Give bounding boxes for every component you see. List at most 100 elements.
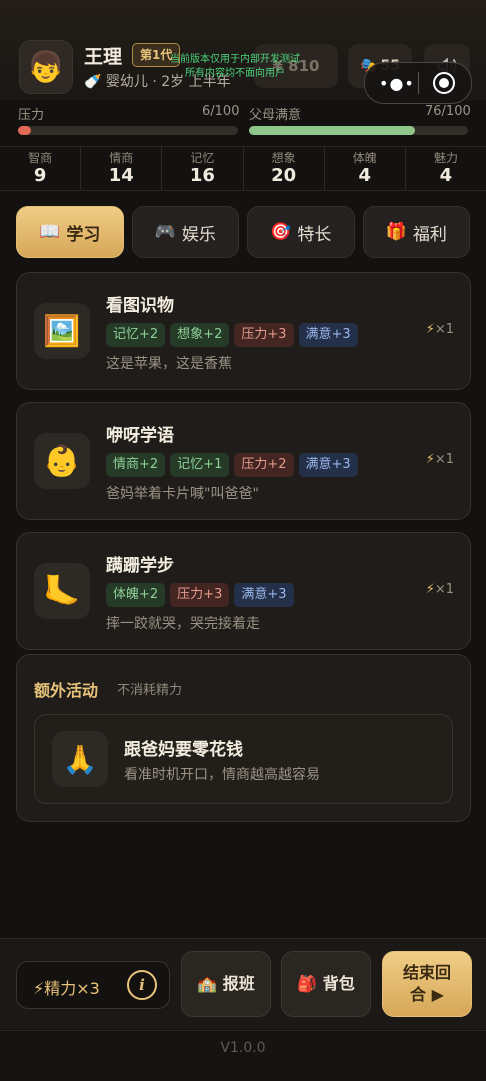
energy-label: ⚡精力×3 [33, 975, 100, 999]
effect-tag: 记忆+2 [106, 323, 166, 347]
more-menu-icon[interactable]: •●• [379, 74, 415, 93]
tab-label: 学习 [66, 224, 101, 245]
gamepad-icon: 🎮 [154, 222, 176, 242]
dev-notice-line1: 当前版本仅用于内部开发测试 [170, 54, 300, 65]
praying-hands-icon: 🙏 [52, 731, 108, 787]
backpack-label: 背包 [322, 974, 355, 993]
activity-title: 蹒跚学步 [106, 556, 174, 576]
pressure-bar [18, 126, 238, 135]
backpack-button[interactable]: 🎒 背包 [281, 951, 371, 1017]
satisfaction-value: 76/100 [425, 104, 471, 119]
energy-cost: ⚡×1 [426, 322, 454, 337]
effect-tag: 压力+2 [234, 453, 294, 477]
lightning-icon: ⚡ [425, 582, 435, 597]
tab-label: 娱乐 [181, 224, 216, 245]
stat-value: 16 [189, 165, 215, 186]
extra-activity-allowance[interactable]: 🙏 跟爸妈要零花钱 看准时机开口，情商越高越容易 [34, 714, 453, 804]
activity-card-babbling[interactable]: 👶 咿呀学语 情商+2 记忆+1 压力+2 满意+3 爸妈举着卡片喊"叫爸爸" … [16, 402, 471, 520]
effect-tag: 压力+3 [234, 323, 294, 347]
stat-memory: 记忆 16 [162, 147, 244, 190]
extra-activities-panel: 额外活动 不消耗精力 🙏 跟爸妈要零花钱 看准时机开口，情商越高越容易 [16, 654, 471, 822]
stat-eq: 情商 14 [81, 147, 163, 190]
enroll-class-label: 报班 [222, 974, 255, 993]
effect-tag: 情商+2 [106, 453, 166, 477]
character-name: 王理 [84, 46, 123, 68]
energy-cost: ⚡×1 [426, 452, 454, 467]
enroll-class-content: 🏫 报班 [196, 973, 256, 995]
gift-icon: 🎁 [385, 222, 407, 242]
pressure-bar-fill [18, 126, 32, 135]
end-turn-label: 结束回合 ▶ [402, 963, 451, 1004]
effect-tag: 满意+3 [234, 583, 294, 607]
lightning-icon: ⚡ [425, 452, 435, 467]
activity-effects: 记忆+2 想象+2 压力+3 满意+3 [106, 323, 358, 347]
tab-entertainment[interactable]: 🎮 娱乐 [131, 206, 239, 258]
category-tabs: 📖 学习 🎮 娱乐 🎯 特长 🎁 福利 [16, 206, 470, 258]
effect-tag: 满意+3 [298, 453, 358, 477]
backpack-icon: 🎒 [297, 974, 318, 993]
miniprogram-capsule: •●• [364, 62, 472, 104]
satisfaction-bar-fill [249, 126, 416, 135]
effect-tag: 体魄+2 [106, 583, 166, 607]
energy-count: 精力×3 [44, 979, 100, 998]
stat-label: 情商 [109, 151, 134, 165]
tab-talent[interactable]: 🎯 特长 [247, 206, 355, 258]
stat-charm: 魅力 4 [406, 147, 486, 190]
version-label: V1.0.0 [0, 1030, 486, 1081]
tab-study[interactable]: 📖 学习 [16, 206, 124, 258]
energy-cost: ⚡×1 [426, 582, 454, 597]
activity-description: 爸妈举着卡片喊"叫爸爸" [106, 486, 259, 502]
capsule-divider [418, 72, 419, 94]
enroll-class-button[interactable]: 🏫 报班 [181, 951, 271, 1017]
tab-welfare[interactable]: 🎁 福利 [362, 206, 470, 258]
satisfaction-bar [249, 126, 468, 135]
activity-title: 看图识物 [106, 296, 174, 316]
effect-tag: 想象+2 [170, 323, 230, 347]
info-icon[interactable]: i [127, 970, 157, 1000]
activity-description: 摔一跤就哭，哭完接着走 [106, 616, 260, 632]
target-icon: 🎯 [270, 222, 292, 242]
stat-label: 记忆 [190, 151, 215, 165]
energy-cost-value: ×1 [434, 452, 454, 467]
extra-activities-subtitle: 不消耗精力 [117, 683, 183, 698]
activity-card-picture-recognition[interactable]: 🖼️ 看图识物 记忆+2 想象+2 压力+3 满意+3 这是苹果，这是香蕉 ⚡×… [16, 272, 471, 390]
stat-value: 20 [271, 165, 297, 186]
baby-bottle-icon: 🍼 [84, 74, 102, 90]
activity-title: 咿呀学语 [106, 426, 174, 446]
boy-face-icon: 👦 [27, 49, 65, 85]
backpack-content: 🎒 背包 [296, 973, 356, 995]
pressure-label: 压力 [18, 108, 45, 123]
extra-activities-title: 额外活动 [34, 681, 99, 700]
activity-card-toddling[interactable]: 🦶 蹒跚学步 体魄+2 压力+3 满意+3 摔一跤就哭，哭完接着走 ⚡×1 [16, 532, 471, 650]
stat-label: 体魄 [352, 151, 377, 165]
stat-value: 4 [358, 165, 372, 186]
dev-notice-line2: 所有内容均不面向用户 [185, 68, 285, 79]
stat-label: 魅力 [433, 151, 458, 165]
end-turn-button[interactable]: 结束回合 ▶ [382, 951, 472, 1017]
stat-value: 9 [33, 165, 47, 186]
attribute-stats: 智商 9 情商 14 记忆 16 想象 20 体魄 4 魅力 4 [0, 146, 486, 191]
book-icon: 📖 [39, 222, 61, 242]
lightning-icon: ⚡ [33, 979, 45, 998]
energy-display: ⚡精力×3 i [16, 961, 170, 1009]
foot-icon: 🦶 [34, 563, 90, 619]
activity-effects: 情商+2 记忆+1 压力+2 满意+3 [106, 453, 358, 477]
stat-imagination: 想象 20 [244, 147, 325, 190]
stat-value: 14 [108, 165, 134, 186]
energy-cost-value: ×1 [434, 582, 454, 597]
close-miniprogram-icon[interactable] [433, 72, 455, 94]
school-icon: 🏫 [197, 974, 218, 993]
avatar[interactable]: 👦 [19, 40, 73, 94]
satisfaction-label: 父母满意 [249, 108, 302, 123]
pressure-value: 6/100 [202, 104, 240, 119]
effect-tag: 压力+3 [170, 583, 230, 607]
activity-description: 这是苹果，这是香蕉 [106, 356, 232, 372]
extra-activity-description: 看准时机开口，情商越高越容易 [124, 767, 320, 783]
effect-tag: 记忆+1 [170, 453, 230, 477]
lightning-icon: ⚡ [425, 322, 435, 337]
bottom-action-bar: ⚡精力×3 i 🏫 报班 🎒 背包 结束回合 ▶ [0, 938, 486, 1029]
stat-label: 想象 [271, 151, 296, 165]
stat-iq: 智商 9 [0, 147, 82, 190]
effect-tag: 满意+3 [298, 323, 358, 347]
stat-value: 4 [439, 165, 453, 186]
